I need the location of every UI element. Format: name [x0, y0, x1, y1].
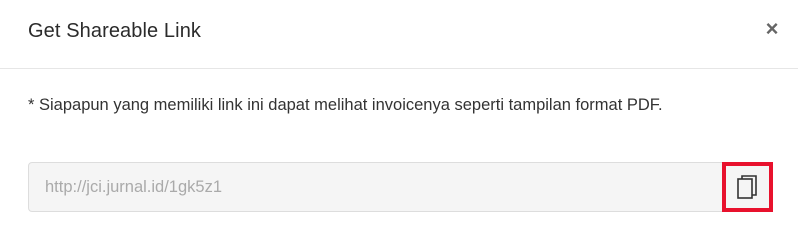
link-field-container — [28, 162, 773, 212]
shareable-link-modal: Get Shareable Link × * Siapapun yang mem… — [0, 0, 798, 244]
modal-title: Get Shareable Link — [28, 20, 202, 42]
shareable-link-input[interactable] — [45, 163, 705, 211]
modal-body: * Siapapun yang memiliki link ini dapat … — [28, 92, 773, 118]
copy-link-button[interactable] — [722, 162, 773, 212]
modal-header: Get Shareable Link × — [0, 0, 798, 69]
close-button[interactable]: × — [764, 17, 780, 41]
info-text: * Siapapun yang memiliki link ini dapat … — [28, 96, 663, 114]
copy-icon — [737, 175, 757, 199]
